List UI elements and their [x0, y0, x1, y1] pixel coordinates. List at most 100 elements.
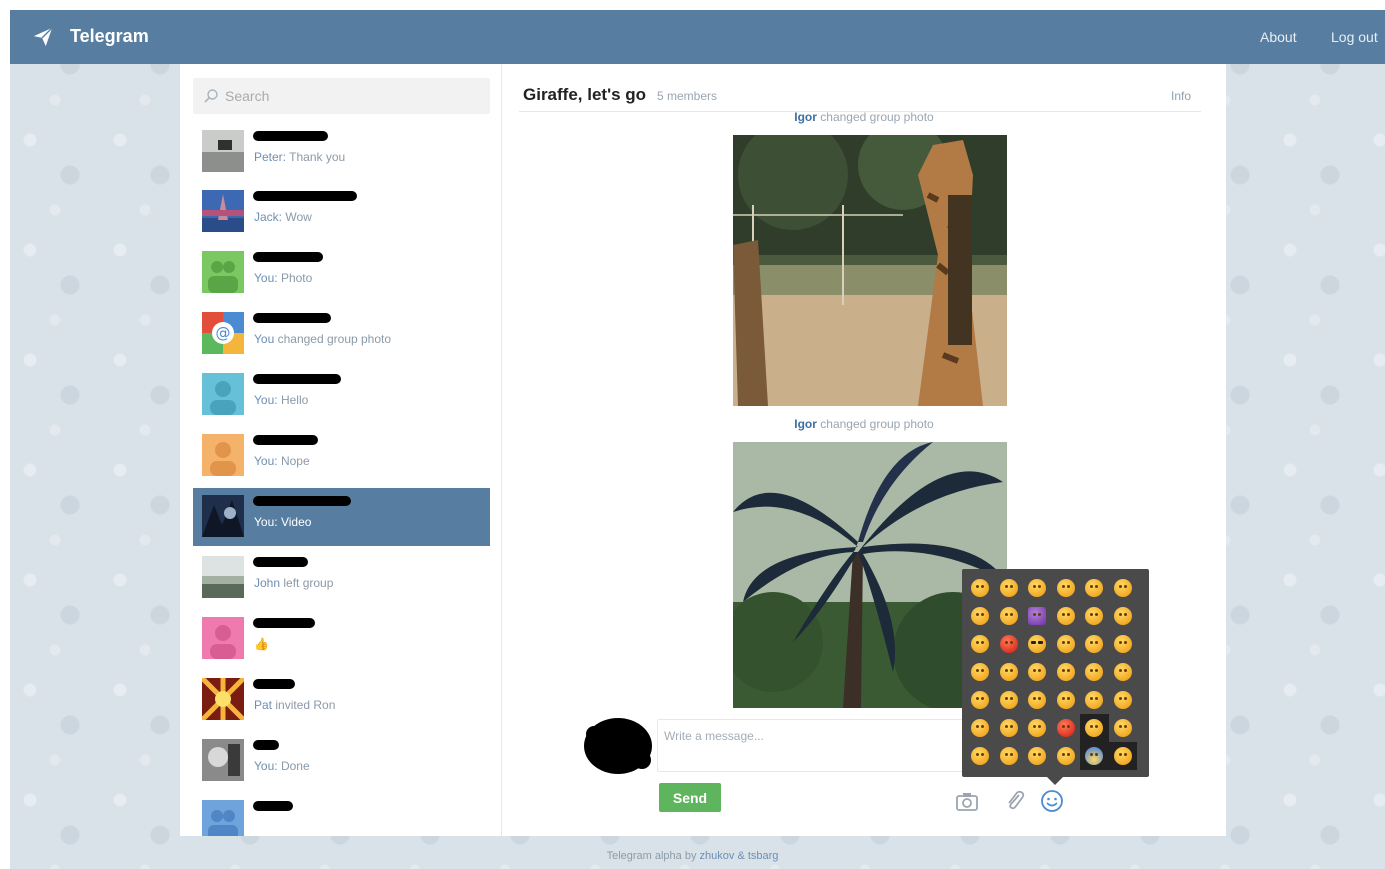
dialog-avatar [202, 739, 244, 781]
my-avatar [584, 718, 652, 774]
service-actor[interactable]: Igor [794, 417, 817, 431]
emoji-button[interactable] [966, 658, 995, 686]
emoji-face-icon [1113, 579, 1132, 597]
emoji-button[interactable] [1080, 602, 1109, 630]
dialog-item[interactable]: You: Hello [193, 366, 490, 424]
footer: Telegram alpha by zhukov & tsbarg [0, 850, 1385, 862]
dialog-item[interactable]: You: Video [193, 488, 490, 546]
main-panel: Peter: Thank you Jack: Wow You: Photo @ You … [180, 64, 1226, 836]
emoji-button[interactable] [995, 742, 1024, 770]
emoji-icon[interactable] [1039, 789, 1065, 813]
emoji-button[interactable] [1023, 658, 1052, 686]
preview-message: Done [280, 759, 310, 773]
emoji-button[interactable] [1109, 658, 1138, 686]
emoji-face-icon [971, 607, 990, 625]
emoji-button[interactable] [1052, 574, 1081, 602]
emoji-button[interactable] [1023, 630, 1052, 658]
emoji-button[interactable] [1023, 686, 1052, 714]
dialog-item[interactable]: Pat invited Ron [193, 671, 490, 729]
emoji-picker [962, 569, 1149, 785]
app-title: Telegram [70, 26, 149, 46]
message-input[interactable] [657, 719, 967, 772]
dialog-item[interactable]: 👍 [193, 610, 490, 668]
info-link[interactable]: Info [1171, 89, 1191, 103]
send-button[interactable]: Send [659, 783, 721, 812]
emoji-face-icon [1056, 635, 1075, 653]
dialog-preview: Peter: Thank you [254, 150, 345, 164]
dialog-item[interactable] [193, 793, 490, 836]
emoji-button[interactable] [966, 630, 995, 658]
emoji-button[interactable] [995, 630, 1024, 658]
attach-icon[interactable] [1002, 789, 1028, 813]
emoji-button[interactable] [1023, 742, 1052, 770]
dialog-item[interactable]: Jack: Wow [193, 183, 490, 241]
emoji-button[interactable] [1108, 742, 1137, 770]
emoji-button[interactable] [995, 602, 1024, 630]
dialog-preview: You: Nope [254, 454, 310, 468]
members-count[interactable]: 5 members [657, 89, 717, 103]
emoji-button[interactable] [1023, 602, 1052, 630]
emoji-button[interactable] [1023, 714, 1052, 742]
preview-message: Nope [280, 454, 310, 468]
emoji-button[interactable] [1023, 574, 1052, 602]
emoji-button[interactable] [966, 686, 995, 714]
dialog-avatar [202, 800, 244, 836]
search-input[interactable] [225, 78, 480, 114]
dialog-item[interactable]: You: Photo [193, 244, 490, 302]
emoji-button[interactable] [966, 574, 995, 602]
giraffe-photo[interactable] [733, 135, 1007, 406]
emoji-button[interactable] [1109, 686, 1138, 714]
emoji-face-icon [1056, 579, 1075, 597]
dialog-item[interactable]: Peter: Thank you [193, 123, 490, 181]
emoji-button[interactable] [966, 714, 995, 742]
dialog-avatar [202, 617, 244, 659]
emoji-button[interactable] [995, 658, 1024, 686]
dialog-preview: You: Hello [254, 393, 308, 407]
emoji-button[interactable] [1052, 714, 1081, 742]
dialog-preview: You: Video [254, 515, 311, 529]
emoji-face-icon [1085, 635, 1104, 653]
emoji-face-icon [999, 663, 1018, 681]
emoji-button[interactable] [1109, 714, 1138, 742]
service-message: Igor changed group photo [502, 417, 1226, 431]
emoji-button[interactable] [995, 686, 1024, 714]
emoji-button[interactable] [1080, 630, 1109, 658]
emoji-button[interactable] [1052, 686, 1081, 714]
emoji-button[interactable] [1052, 602, 1081, 630]
emoji-button[interactable] [1080, 658, 1109, 686]
emoji-face-icon [1056, 691, 1075, 709]
redacted-contact-name [253, 679, 295, 689]
redacted-contact-name [253, 435, 318, 445]
emoji-button[interactable] [995, 574, 1024, 602]
emoji-button[interactable] [1080, 714, 1109, 742]
emoji-button[interactable] [995, 714, 1024, 742]
emoji-button[interactable] [1109, 630, 1138, 658]
emoji-button[interactable] [1080, 686, 1109, 714]
emoji-button[interactable] [1109, 602, 1138, 630]
dialog-item[interactable]: @ You changed group photo [193, 305, 490, 363]
emoji-button[interactable] [1080, 742, 1109, 770]
dialog-item[interactable]: You: Nope [193, 427, 490, 485]
dialog-preview: 👍 [254, 637, 269, 651]
about-link[interactable]: About [1260, 29, 1297, 45]
emoji-button[interactable] [1109, 574, 1138, 602]
emoji-face-icon [1056, 747, 1075, 765]
search-box [193, 78, 490, 114]
service-actor[interactable]: Igor [794, 110, 817, 124]
dialog-avatar [202, 130, 244, 172]
emoji-button[interactable] [1052, 742, 1081, 770]
emoji-button[interactable] [966, 602, 995, 630]
emoji-button[interactable] [1080, 574, 1109, 602]
camera-icon[interactable] [954, 789, 980, 813]
dialog-item[interactable]: You: Done [193, 732, 490, 790]
emoji-face-icon [1085, 691, 1104, 709]
emoji-face-icon [1085, 747, 1104, 765]
dialog-avatar [202, 373, 244, 415]
emoji-button[interactable] [966, 742, 995, 770]
emoji-button[interactable] [1052, 658, 1081, 686]
dialog-item[interactable]: John left group [193, 549, 490, 607]
footer-link[interactable]: zhukov & tsbarg [700, 850, 779, 862]
emoji-button[interactable] [1052, 630, 1081, 658]
logout-link[interactable]: Log out [1331, 29, 1378, 45]
redacted-contact-name [253, 131, 328, 141]
